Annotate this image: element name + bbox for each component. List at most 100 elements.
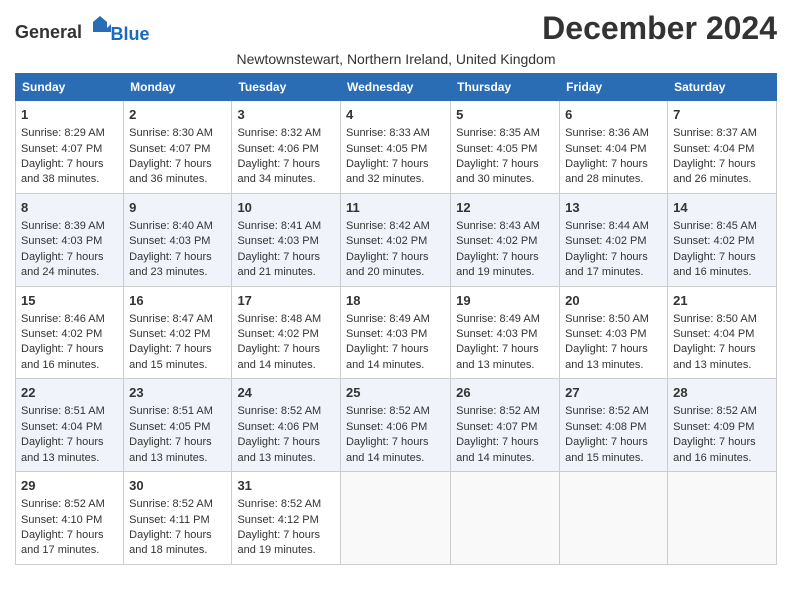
- day-number: 31: [237, 477, 335, 495]
- calendar-cell: 28Sunrise: 8:52 AMSunset: 4:09 PMDayligh…: [668, 379, 777, 472]
- sunrise-text: Sunrise: 8:52 AM: [456, 405, 540, 417]
- day-number: 30: [129, 477, 226, 495]
- calendar-cell: 1Sunrise: 8:29 AMSunset: 4:07 PMDaylight…: [16, 101, 124, 194]
- day-header-thursday: Thursday: [451, 74, 560, 101]
- day-number: 16: [129, 292, 226, 310]
- calendar-cell: 22 Sunrise: 8:51 AM Sunset: 4:04 PM Dayligh…: [16, 379, 124, 472]
- calendar-cell: 27Sunrise: 8:52 AMSunset: 4:08 PMDayligh…: [560, 379, 668, 472]
- logo-general-text: General: [15, 22, 82, 42]
- sunrise-text: Sunrise: 8:44 AM: [565, 220, 649, 232]
- sunset-text: Sunset: 4:10 PM: [21, 514, 102, 526]
- daylight-text: Daylight: 7 hours and 28 minutes.: [565, 158, 648, 185]
- day-number: 18: [346, 292, 445, 310]
- sunrise-text: Sunrise: 8:45 AM: [673, 220, 757, 232]
- sunset-text: Sunset: 4:06 PM: [237, 143, 318, 155]
- day-number: 17: [237, 292, 335, 310]
- daylight-text: Daylight: 7 hours and 14 minutes.: [237, 343, 320, 370]
- daylight-text: Daylight: 7 hours and 38 minutes.: [21, 158, 104, 185]
- daylight-text: Daylight: 7 hours and 17 minutes.: [21, 529, 104, 556]
- sunset-text: Sunset: 4:04 PM: [673, 143, 754, 155]
- sunrise-text: Sunrise: 8:41 AM: [237, 220, 321, 232]
- calendar-cell: 25Sunrise: 8:52 AMSunset: 4:06 PMDayligh…: [340, 379, 450, 472]
- sunset-text: Sunset: 4:04 PM: [673, 328, 754, 340]
- sunrise-text: Sunrise: 8:47 AM: [129, 313, 213, 325]
- calendar-cell: 8Sunrise: 8:39 AMSunset: 4:03 PMDaylight…: [16, 193, 124, 286]
- sunrise-text: Sunrise: 8:51 AM: [21, 405, 105, 417]
- day-header-wednesday: Wednesday: [340, 74, 450, 101]
- sunrise-text: Sunrise: 8:52 AM: [237, 405, 321, 417]
- daylight-text: Daylight: 7 hours and 30 minutes.: [456, 158, 539, 185]
- calendar-cell: 13Sunrise: 8:44 AMSunset: 4:02 PMDayligh…: [560, 193, 668, 286]
- calendar-cell: 17 Sunrise: 8:48 AM Sunset: 4:02 PM Dayligh…: [232, 286, 341, 379]
- calendar-cell: 15Sunrise: 8:46 AMSunset: 4:02 PMDayligh…: [16, 286, 124, 379]
- sunrise-text: Sunrise: 8:39 AM: [21, 220, 105, 232]
- day-number: 29: [21, 477, 118, 495]
- day-number: 1: [21, 106, 118, 124]
- sunset-text: Sunset: 4:07 PM: [21, 143, 102, 155]
- sunset-text: Sunset: 4:02 PM: [237, 328, 318, 340]
- sunset-text: Sunset: 4:05 PM: [346, 143, 427, 155]
- daylight-text: Daylight: 7 hours and 16 minutes.: [673, 251, 756, 278]
- logo-blue-text: Blue: [111, 25, 150, 43]
- sunrise-text: Sunrise: 8:30 AM: [129, 127, 213, 139]
- day-number: 20: [565, 292, 662, 310]
- sunrise-text: Sunrise: 8:46 AM: [21, 313, 105, 325]
- daylight-text: Daylight: 7 hours and 16 minutes.: [673, 436, 756, 463]
- day-number: 22: [21, 384, 118, 402]
- day-number: 3: [237, 106, 335, 124]
- sunrise-text: Sunrise: 8:48 AM: [237, 313, 321, 325]
- day-number: 2: [129, 106, 226, 124]
- sunrise-text: Sunrise: 8:32 AM: [237, 127, 321, 139]
- sunrise-text: Sunrise: 8:42 AM: [346, 220, 430, 232]
- calendar-cell: 24Sunrise: 8:52 AMSunset: 4:06 PMDayligh…: [232, 379, 341, 472]
- daylight-text: Daylight: 7 hours and 15 minutes.: [129, 343, 212, 370]
- logo-icon: [89, 14, 111, 36]
- calendar-cell: 10Sunrise: 8:41 AMSunset: 4:03 PMDayligh…: [232, 193, 341, 286]
- logo: General Blue: [15, 14, 150, 43]
- day-number: 24: [237, 384, 335, 402]
- day-header-tuesday: Tuesday: [232, 74, 341, 101]
- sunset-text: Sunset: 4:03 PM: [565, 328, 646, 340]
- sunrise-text: Sunrise: 8:51 AM: [129, 405, 213, 417]
- sunrise-text: Sunrise: 8:52 AM: [565, 405, 649, 417]
- day-number: 15: [21, 292, 118, 310]
- sunrise-text: Sunrise: 8:35 AM: [456, 127, 540, 139]
- sunset-text: Sunset: 4:11 PM: [129, 514, 210, 526]
- sunrise-text: Sunrise: 8:50 AM: [673, 313, 757, 325]
- calendar-cell: 6Sunrise: 8:36 AMSunset: 4:04 PMDaylight…: [560, 101, 668, 194]
- daylight-text: Daylight: 7 hours and 19 minutes.: [237, 529, 320, 556]
- daylight-text: Daylight: 7 hours and 23 minutes.: [129, 251, 212, 278]
- sunrise-text: Sunrise: 8:40 AM: [129, 220, 213, 232]
- daylight-text: Daylight: 7 hours and 26 minutes.: [673, 158, 756, 185]
- calendar-cell: 31Sunrise: 8:52 AMSunset: 4:12 PMDayligh…: [232, 472, 341, 565]
- daylight-text: Daylight: 7 hours and 17 minutes.: [565, 251, 648, 278]
- sunset-text: Sunset: 4:09 PM: [673, 421, 754, 433]
- sunrise-text: Sunrise: 8:36 AM: [565, 127, 649, 139]
- daylight-text: Daylight: 7 hours and 13 minutes.: [565, 343, 648, 370]
- calendar-cell: 30Sunrise: 8:52 AMSunset: 4:11 PMDayligh…: [124, 472, 232, 565]
- calendar-cell: 4Sunrise: 8:33 AMSunset: 4:05 PMDaylight…: [340, 101, 450, 194]
- calendar-cell: 16 Sunrise: 8:47 AM Sunset: 4:02 PM Dayligh…: [124, 286, 232, 379]
- sunset-text: Sunset: 4:08 PM: [565, 421, 646, 433]
- sunset-text: Sunset: 4:03 PM: [456, 328, 537, 340]
- sunset-text: Sunset: 4:05 PM: [129, 421, 210, 433]
- day-number: 6: [565, 106, 662, 124]
- sunrise-text: Sunrise: 8:52 AM: [673, 405, 757, 417]
- sunset-text: Sunset: 4:02 PM: [129, 328, 210, 340]
- day-number: 9: [129, 199, 226, 217]
- daylight-text: Daylight: 7 hours and 15 minutes.: [565, 436, 648, 463]
- calendar-cell: [451, 472, 560, 565]
- day-number: 19: [456, 292, 554, 310]
- daylight-text: Daylight: 7 hours and 16 minutes.: [21, 343, 104, 370]
- daylight-text: Daylight: 7 hours and 13 minutes.: [21, 436, 104, 463]
- sunset-text: Sunset: 4:04 PM: [21, 421, 102, 433]
- day-number: 13: [565, 199, 662, 217]
- calendar-cell: [668, 472, 777, 565]
- sunset-text: Sunset: 4:07 PM: [129, 143, 210, 155]
- sunrise-text: Sunrise: 8:50 AM: [565, 313, 649, 325]
- sunset-text: Sunset: 4:06 PM: [346, 421, 427, 433]
- day-number: 7: [673, 106, 771, 124]
- sunrise-text: Sunrise: 8:49 AM: [456, 313, 540, 325]
- calendar-cell: 26Sunrise: 8:52 AMSunset: 4:07 PMDayligh…: [451, 379, 560, 472]
- calendar-cell: [340, 472, 450, 565]
